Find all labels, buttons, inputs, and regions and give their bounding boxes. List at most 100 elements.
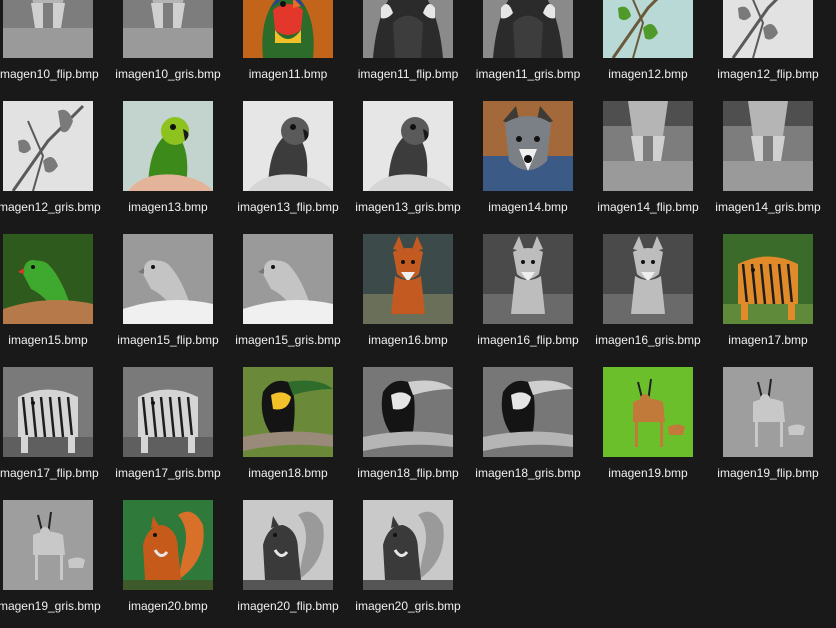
file-item[interactable]: imagen17.bmp [723,234,836,362]
file-item[interactable]: imagen13_flip.bmp [237,101,363,229]
file-item[interactable]: imagen15_flip.bmp [117,234,243,362]
file-name: imagen13_gris.bmp [355,200,461,214]
thumbnail[interactable] [243,234,333,324]
file-name: imagen15_flip.bmp [117,333,219,347]
wolf-gray-icon [123,0,213,58]
thumbnail[interactable] [123,234,213,324]
file-item[interactable]: imagen17_flip.bmp [0,367,123,495]
thumbnail[interactable] [123,101,213,191]
thumbnail[interactable] [123,0,213,58]
antelope-gray-icon [3,500,93,590]
file-item[interactable]: imagen20.bmp [123,500,243,628]
file-item[interactable]: imagen14_gris.bmp [715,101,836,229]
antelope-color-icon [603,367,693,457]
thumbnail[interactable] [723,0,813,58]
squirrel-gray-icon [363,500,453,590]
file-item[interactable]: imagen17_gris.bmp [115,367,243,495]
thumbnail[interactable] [603,367,693,457]
thumbnail[interactable] [603,234,693,324]
thumbnail[interactable] [3,0,93,58]
thumbnail[interactable] [123,500,213,590]
file-name: imagen14_gris.bmp [715,200,821,214]
file-item[interactable]: imagen11.bmp [243,0,363,96]
bird-back-gray-icon [483,0,573,58]
thumbnail[interactable] [363,101,453,191]
file-item[interactable]: imagen13_gris.bmp [355,101,483,229]
antelope-gray-icon [723,367,813,457]
file-name: imagen11_gris.bmp [475,67,581,81]
file-item[interactable]: imagen20_gris.bmp [355,500,483,628]
file-item[interactable]: imagen15_gris.bmp [235,234,363,362]
toucan-gray-icon [483,367,573,457]
thumbnail[interactable] [363,234,453,324]
file-name: imagen18.bmp [248,466,328,480]
toucan-gray-icon [363,367,453,457]
green-parrot-hand-icon [123,101,213,191]
file-item[interactable]: imagen19_flip.bmp [717,367,836,495]
thumbnail[interactable] [603,0,693,58]
parakeet-gray-icon [243,234,333,324]
file-item[interactable]: imagen10_gris.bmp [115,0,243,96]
file-item[interactable]: imagen16.bmp [363,234,483,362]
file-item[interactable]: imagen14.bmp [483,101,603,229]
thumbnail[interactable] [483,234,573,324]
file-item[interactable]: imagen18_flip.bmp [357,367,483,495]
thumbnail[interactable] [243,500,333,590]
toucan-color-icon [243,367,333,457]
file-item[interactable]: imagen16_flip.bmp [477,234,603,362]
file-name: imagen13.bmp [128,200,208,214]
file-name: imagen17_gris.bmp [115,466,221,480]
file-item[interactable]: imagen16_gris.bmp [595,234,723,362]
rainbow-lorikeet-icon [243,0,333,58]
file-item[interactable]: imagen12.bmp [603,0,723,96]
thumbnail[interactable] [483,101,573,191]
file-name: imagen18_flip.bmp [357,466,459,480]
file-item[interactable]: imagen12_gris.bmp [0,101,123,229]
thumbnail[interactable] [363,500,453,590]
file-name: imagen13_flip.bmp [237,200,339,214]
tiger-color-icon [723,234,813,324]
file-name: imagen10_gris.bmp [115,67,221,81]
parrots-branch-icon [603,0,693,58]
thumbnail[interactable] [3,500,93,590]
file-item[interactable]: imagen19.bmp [603,367,723,495]
file-name: imagen15.bmp [8,333,88,347]
file-name: imagen11_flip.bmp [357,67,459,81]
file-item[interactable]: imagen12_flip.bmp [717,0,836,96]
file-item[interactable]: imagen15.bmp [3,234,123,362]
thumbnail[interactable] [123,367,213,457]
parakeet-gray-icon [123,234,213,324]
squirrel-gray-icon [243,500,333,590]
file-item[interactable]: imagen13.bmp [123,101,243,229]
thumbnail[interactable] [3,367,93,457]
file-item[interactable]: imagen18_gris.bmp [475,367,603,495]
file-item[interactable]: imagen18.bmp [243,367,363,495]
wolf-gray-icon [3,0,93,58]
thumbnail[interactable] [363,0,453,58]
file-name: imagen18_gris.bmp [475,466,581,480]
thumbnail[interactable] [3,101,93,191]
thumbnail[interactable] [483,367,573,457]
file-name: imagen15_gris.bmp [235,333,341,347]
thumbnail[interactable] [363,367,453,457]
file-name: imagen12.bmp [608,67,688,81]
file-item[interactable]: imagen19_gris.bmp [0,500,123,628]
file-item[interactable]: imagen14_flip.bmp [597,101,723,229]
thumbnail[interactable] [723,367,813,457]
file-item[interactable]: imagen10_flip.bmp [0,0,123,96]
parrot-hand-gray-icon [363,101,453,191]
wolf-color-icon [483,101,573,191]
file-item[interactable]: imagen11_gris.bmp [476,0,603,96]
thumbnail[interactable] [3,234,93,324]
thumbnail[interactable] [483,0,573,58]
thumbnail[interactable] [723,101,813,191]
thumbnail[interactable] [243,101,333,191]
thumbnail[interactable] [603,101,693,191]
thumbnail[interactable] [243,367,333,457]
thumbnail[interactable] [243,0,333,58]
file-name: imagen17.bmp [728,333,808,347]
file-item[interactable]: imagen11_flip.bmp [358,0,483,96]
thumbnail[interactable] [723,234,813,324]
file-item[interactable]: imagen20_flip.bmp [237,500,363,628]
fox-gray-icon [483,234,573,324]
